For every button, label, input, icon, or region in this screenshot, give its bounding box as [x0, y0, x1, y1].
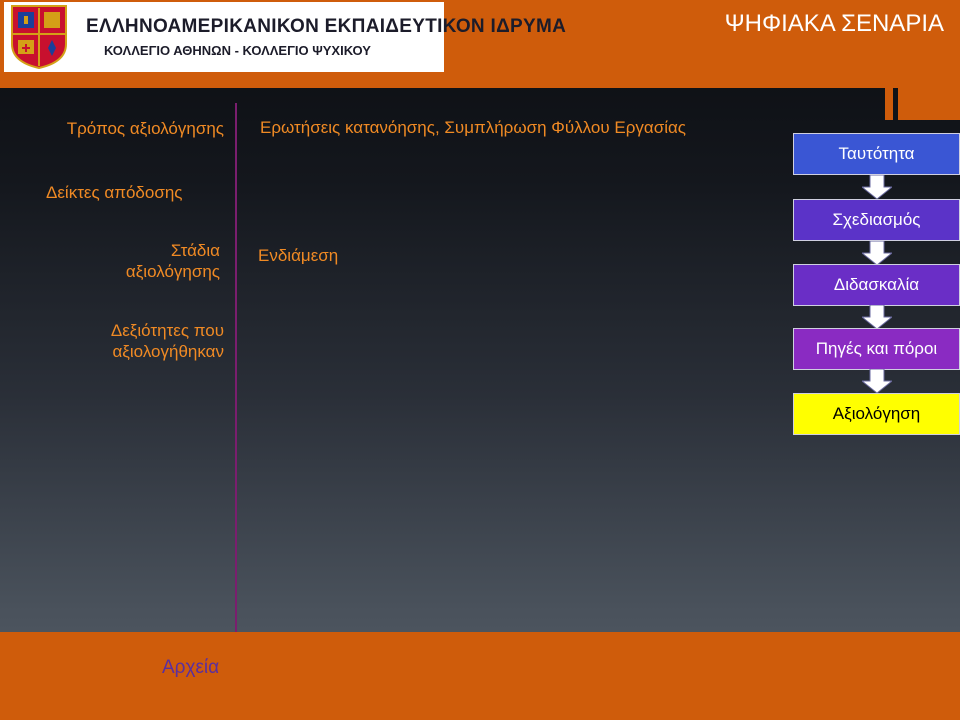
accent-bar	[885, 88, 893, 120]
flow-item-teaching[interactable]: Διδασκαλία	[793, 264, 960, 306]
files-link[interactable]: Αρχεία	[162, 657, 219, 679]
flow-item-identity[interactable]: Ταυτότητα	[793, 133, 960, 175]
flow-item-resources[interactable]: Πηγές και πόροι	[793, 328, 960, 370]
school-crest-icon	[11, 5, 67, 70]
flow-item-assessment[interactable]: Αξιολόγηση	[793, 393, 960, 435]
page-title: ΨΗΦΙΑΚΑ ΣΕΝΑΡΙΑ	[724, 10, 944, 37]
assessment-stages-label: Στάδια αξιολόγησης	[125, 241, 220, 281]
logo-title: ΕΛΛΗΝΟΑΜΕΡΙΚΑΝΙΚΟΝ ΕΚΠΑΙΔΕΥΤΙΚΟΝ ΙΔΡΥΜΑ	[86, 16, 567, 37]
arrow-down-icon	[862, 305, 892, 329]
accent-block	[898, 88, 960, 120]
assessed-skills-label: Δεξιότητες που αξιολογήθηκαν	[110, 321, 224, 361]
logo-subtitle: ΚΟΛΛΕΓΙΟ ΑΘΗΝΩΝ - ΚΟΛΛΕΓΙΟ ΨΥΧΙΚΟΥ	[104, 43, 371, 58]
assessment-stage-value: Ενδιάμεση	[258, 246, 339, 265]
flow-item-label: Πηγές και πόροι	[815, 339, 938, 358]
logo: ΕΛΛΗΝΟΑΜΕΡΙΚΑΝΙΚΟΝ ΕΚΠΑΙΔΕΥΤΙΚΟΝ ΙΔΡΥΜΑ …	[4, 2, 566, 72]
assessment-method-label: Τρόπος αξιολόγησης	[66, 119, 224, 138]
flow-item-label: Ταυτότητα	[838, 144, 915, 163]
arrow-down-icon	[862, 175, 892, 199]
assessment-method-value: Ερωτήσεις κατανόησης, Συμπλήρωση Φύλλου …	[260, 118, 686, 137]
header-bar: ΕΛΛΗΝΟΑΜΕΡΙΚΑΝΙΚΟΝ ΕΚΠΑΙΔΕΥΤΙΚΟΝ ΙΔΡΥΜΑ …	[0, 0, 960, 88]
arrow-down-icon	[862, 369, 892, 393]
performance-indicators-label: Δείκτες απόδοσης	[46, 183, 183, 202]
flow-item-design[interactable]: Σχεδιασμός	[793, 199, 960, 241]
flow-item-label: Αξιολόγηση	[832, 404, 921, 423]
arrow-down-icon	[862, 241, 892, 265]
flow-item-label: Διδασκαλία	[833, 275, 920, 294]
column-divider	[235, 103, 237, 633]
footer-bar: Αρχεία	[0, 632, 960, 720]
flow-item-label: Σχεδιασμός	[832, 210, 921, 229]
